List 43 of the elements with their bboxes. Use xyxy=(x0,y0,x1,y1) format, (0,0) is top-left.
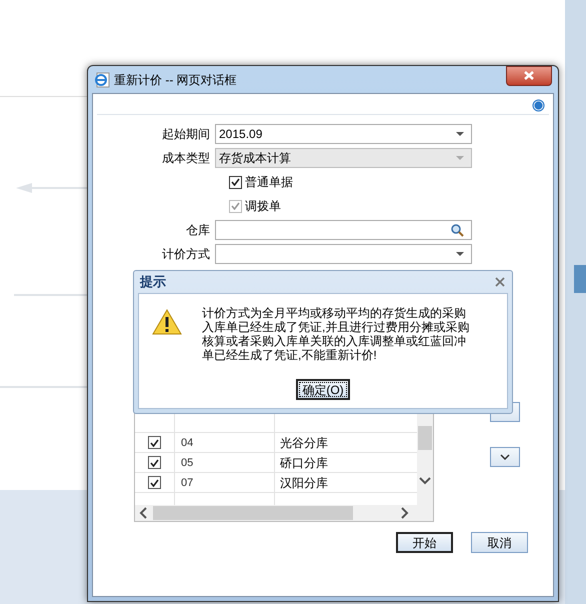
warning-icon xyxy=(152,309,182,335)
field-label: 仓库 xyxy=(185,222,211,239)
search-icon[interactable] xyxy=(450,223,464,237)
scrollbar-thumb[interactable] xyxy=(418,426,432,450)
close-button[interactable] xyxy=(506,66,552,86)
scroll-down-icon[interactable] xyxy=(419,477,432,485)
checkbox-label: 调拨单 xyxy=(245,198,281,215)
move-down-button[interactable] xyxy=(490,447,520,467)
alert-title: 提示 xyxy=(140,273,166,292)
field-label: 成本类型 xyxy=(161,150,211,167)
start-button[interactable]: 开始 xyxy=(396,532,453,553)
field-label: 起始期间 xyxy=(161,126,211,143)
close-icon xyxy=(524,71,534,80)
row-checkbox[interactable] xyxy=(148,476,161,489)
cancel-button[interactable]: 取消 xyxy=(471,532,528,553)
scroll-left-icon[interactable] xyxy=(139,507,147,519)
checkbox[interactable] xyxy=(229,176,242,188)
field-label: 计价方式 xyxy=(161,246,211,263)
ok-button[interactable]: 确定(O) xyxy=(296,379,350,400)
table-cell: 05 xyxy=(175,452,275,472)
table-cell-text: 光谷分库 xyxy=(279,434,329,452)
arrow-icon xyxy=(14,182,90,194)
lookup-field[interactable] xyxy=(215,220,472,240)
scrollbar-thumb[interactable] xyxy=(153,506,353,520)
dropdown-arrow-icon xyxy=(456,132,464,136)
scroll-right-icon[interactable] xyxy=(401,507,409,519)
window-title: 重新计价 -- 网页对话框 xyxy=(114,72,237,88)
table-cell: 07 xyxy=(175,472,275,492)
table-cell-text: 汉阳分库 xyxy=(279,474,329,492)
table-cell: 04 xyxy=(175,432,275,452)
row-checkbox[interactable] xyxy=(148,456,161,469)
chevron-down-icon xyxy=(500,454,510,460)
dropdown-arrow-icon xyxy=(456,156,464,160)
row-checkbox[interactable] xyxy=(148,436,161,449)
checkbox-label: 普通单据 xyxy=(245,174,293,191)
horizontal-scrollbar[interactable] xyxy=(135,505,433,521)
close-icon[interactable] xyxy=(494,276,506,288)
alert-message: 计价方式为全月平均或移动平均的存货生成的采购入库单已经生成了凭证,并且进行过费用分摊或采购核算或者采购入库单关联的入库调整单或红蓝回冲单已经生成了凭证,不能重新计价! xyxy=(202,306,470,362)
dropdown-arrow-icon xyxy=(456,252,464,256)
dropdown-field[interactable]: 2015.09 xyxy=(215,124,472,144)
vertical-scrollbar[interactable] xyxy=(417,413,433,505)
dropdown-field[interactable] xyxy=(215,244,472,264)
table-cell-text: 硚口分库 xyxy=(279,454,329,472)
